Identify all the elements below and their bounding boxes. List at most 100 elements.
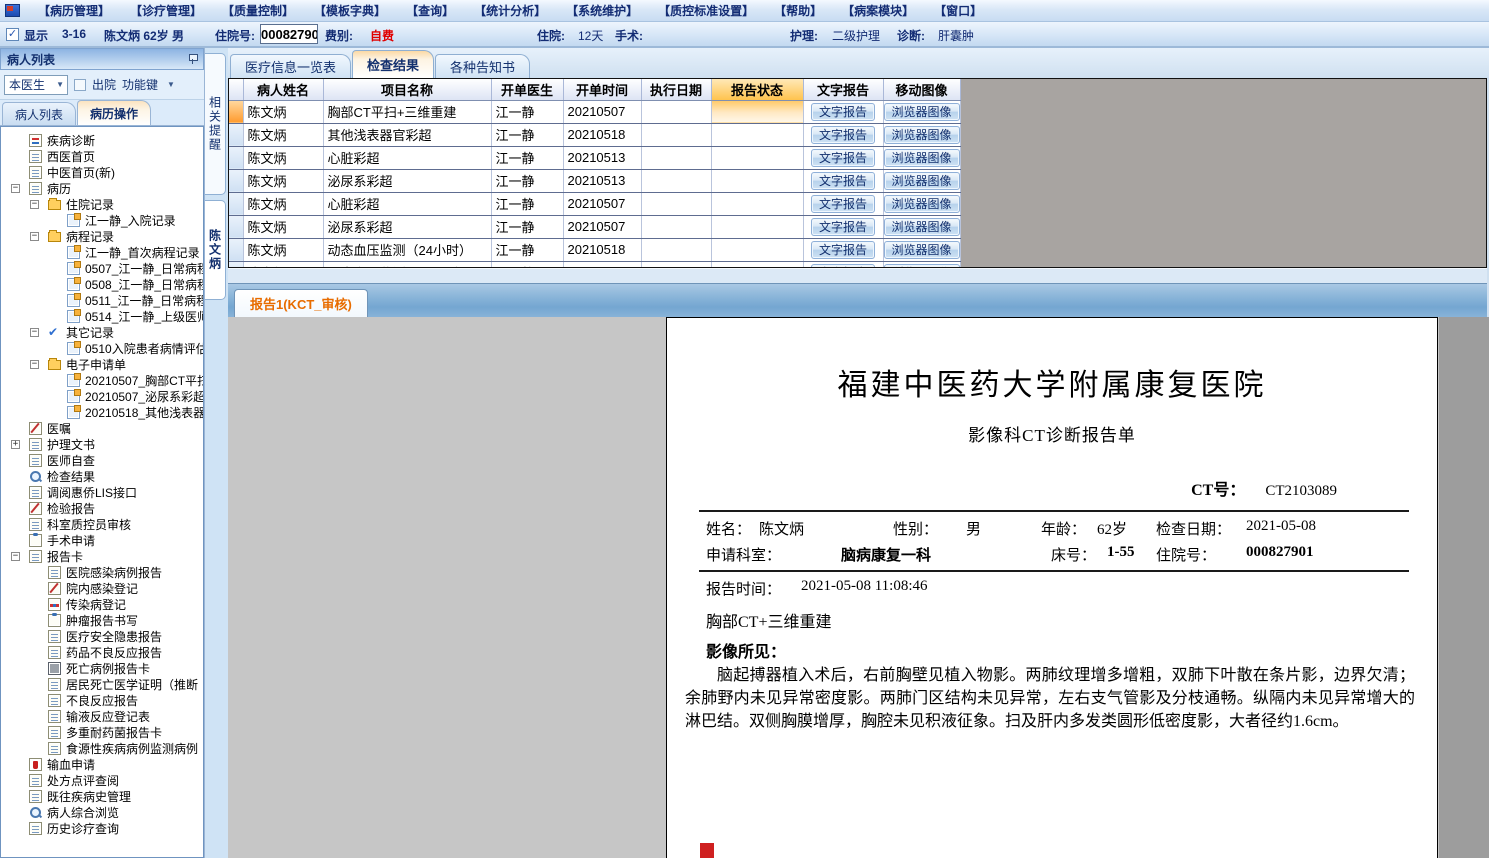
tree-item[interactable]: 多重耐药菌报告卡: [1, 725, 203, 741]
tree-item[interactable]: 肿瘤报告书写: [1, 613, 203, 629]
tree-item[interactable]: 既往疾病史管理: [1, 789, 203, 805]
tree-item[interactable]: 手术申请: [1, 533, 203, 549]
tree-item[interactable]: 输血申请: [1, 757, 203, 773]
tree-item[interactable]: 20210518_其他浅表器: [1, 405, 203, 421]
tree-item[interactable]: 调阅惠侨LIS接口: [1, 485, 203, 501]
tree-item[interactable]: 死亡病例报告卡: [1, 661, 203, 677]
text-report-button[interactable]: 文字报告: [810, 217, 875, 236]
row-selector-cell[interactable]: [229, 123, 244, 147]
tree-item[interactable]: 居民死亡医学证明（推断: [1, 677, 203, 693]
text-report-button[interactable]: 文字报告: [810, 171, 875, 190]
tree-item[interactable]: 病人综合浏览: [1, 805, 203, 821]
tree-item[interactable]: 历史诊疗查询: [1, 821, 203, 837]
function-keys-label[interactable]: 功能键: [122, 76, 158, 93]
tree-item[interactable]: 检查结果: [1, 469, 203, 485]
chevron-down-icon[interactable]: ▼: [164, 80, 178, 89]
pin-icon[interactable]: [188, 53, 198, 65]
tree-item[interactable]: 疾病诊断: [1, 133, 203, 149]
tab-exam-results[interactable]: 检查结果: [352, 50, 435, 78]
tree-item[interactable]: 0511_江一静_日常病程: [1, 293, 203, 309]
tree-item[interactable]: 0508_江一静_日常病程: [1, 277, 203, 293]
browser-image-button[interactable]: 浏览器图像: [883, 240, 960, 259]
table-row[interactable]: 陈文炳 心脏彩超 江一静 20210507 文字报告 浏览器图像: [229, 192, 961, 216]
tree-expander-icon[interactable]: +: [11, 440, 20, 449]
grid-column-header[interactable]: 文字报告: [803, 79, 884, 101]
menu-item[interactable]: 【质控标准设置】: [658, 2, 754, 19]
tree-item[interactable]: 院内感染登记: [1, 581, 203, 597]
tab-current-patient[interactable]: 陈文炳: [205, 200, 226, 300]
tree-item[interactable]: 江一静_入院记录: [1, 213, 203, 229]
tree-item[interactable]: 医院感染病例报告: [1, 565, 203, 581]
grid-column-header[interactable]: 开单医生: [491, 79, 564, 101]
browser-image-button[interactable]: 浏览器图像: [883, 171, 960, 190]
grid-column-header[interactable]: 开单时间: [563, 79, 642, 101]
browser-image-button[interactable]: 浏览器图像: [883, 125, 960, 144]
doctor-filter-combo[interactable]: 本医生 ▼: [4, 74, 68, 95]
tree-item[interactable]: − 住院记录: [1, 197, 203, 213]
table-row[interactable]: 陈文炳 心脏彩超 江一静 20210513 文字报告 浏览器图像: [229, 146, 961, 170]
menu-item[interactable]: 【统计分析】: [474, 2, 546, 19]
tab-medical-info-overview[interactable]: 医疗信息一览表: [230, 54, 352, 78]
tree-expander-icon[interactable]: −: [11, 184, 20, 193]
tree-item[interactable]: − 电子申请单: [1, 357, 203, 373]
menu-item[interactable]: 【查询】: [406, 2, 454, 19]
table-row[interactable]: 陈文炳动态血压监测（24小时）江一静20210507 文字报告浏览器图像: [229, 261, 961, 267]
tree-item[interactable]: 0514_江一静_上级医师: [1, 309, 203, 325]
table-row[interactable]: 陈文炳 泌尿系彩超 江一静 20210513 文字报告 浏览器图像: [229, 169, 961, 193]
tree-item[interactable]: 食源性疾病病例监测病例: [1, 741, 203, 757]
grid-column-header[interactable]: 病人姓名: [243, 79, 324, 101]
row-selector-cell[interactable]: [229, 261, 244, 267]
tree-item[interactable]: 处方点评查阅: [1, 773, 203, 789]
grid-column-header[interactable]: 项目名称: [323, 79, 492, 101]
table-row[interactable]: 陈文炳 动态血压监测（24小时） 江一静 20210518 文字报告 浏览器图像: [229, 238, 961, 262]
discharge-checkbox[interactable]: [74, 78, 86, 91]
tree-expander-icon[interactable]: −: [30, 200, 39, 209]
tab-report-1[interactable]: 报告1(KCT_审核): [234, 289, 368, 317]
tree-item[interactable]: − 病程记录: [1, 229, 203, 245]
menu-item[interactable]: 【系统维护】: [566, 2, 638, 19]
tree-item[interactable]: 江一静_首次病程记录: [1, 245, 203, 261]
grid-column-header[interactable]: 移动图像: [883, 79, 961, 101]
row-selector-cell[interactable]: [229, 169, 244, 193]
table-row[interactable]: 陈文炳 其他浅表器官彩超 江一静 20210518 文字报告 浏览器图像: [229, 123, 961, 147]
tree-expander-icon[interactable]: −: [30, 232, 39, 241]
tab-record-actions[interactable]: 病历操作: [77, 100, 152, 125]
grid-column-header[interactable]: 执行日期: [641, 79, 712, 101]
tree-expander-icon[interactable]: −: [30, 328, 39, 337]
text-report-button[interactable]: 文字报告: [810, 194, 875, 213]
grid-column-header[interactable]: 报告状态: [711, 79, 804, 101]
menu-item[interactable]: 【窗口】: [934, 2, 982, 19]
tree-item[interactable]: 医师自查: [1, 453, 203, 469]
tree-item[interactable]: 不良反应报告: [1, 693, 203, 709]
tree-item[interactable]: 0507_江一静_日常病程: [1, 261, 203, 277]
row-selector-cell[interactable]: [229, 146, 244, 170]
tree-item[interactable]: 20210507_胸部CT平扫: [1, 373, 203, 389]
tree-item[interactable]: 0510入院患者病情评估: [1, 341, 203, 357]
browser-image-button[interactable]: 浏览器图像: [883, 217, 960, 236]
tree-item[interactable]: 药品不良反应报告: [1, 645, 203, 661]
tree-item[interactable]: 中医首页(新): [1, 165, 203, 181]
tree-item[interactable]: 检验报告: [1, 501, 203, 517]
tab-notices[interactable]: 各种告知书: [435, 54, 531, 78]
tree-item[interactable]: − 其它记录: [1, 325, 203, 341]
tree-item[interactable]: 输液反应登记表: [1, 709, 203, 725]
menu-item[interactable]: 【模板字典】: [314, 2, 386, 19]
browser-image-button[interactable]: 浏览器图像: [883, 194, 960, 213]
admission-no-input[interactable]: [260, 24, 318, 44]
tree-item[interactable]: 科室质控员审核: [1, 517, 203, 533]
tree-item[interactable]: − 报告卡: [1, 549, 203, 565]
menu-item[interactable]: 【病案模块】: [842, 2, 914, 19]
menu-item[interactable]: 【诊疗管理】: [130, 2, 202, 19]
tree-item[interactable]: 传染病登记: [1, 597, 203, 613]
tree-item[interactable]: 西医首页: [1, 149, 203, 165]
text-report-button[interactable]: 文字报告: [810, 125, 875, 144]
menu-item[interactable]: 【病历管理】: [38, 2, 110, 19]
tab-related-reminders[interactable]: 相关提醒: [205, 53, 226, 195]
row-selector-cell[interactable]: [229, 215, 244, 239]
row-selector-cell[interactable]: [229, 100, 244, 124]
menu-item[interactable]: 【质量控制】: [222, 2, 294, 19]
tab-patient-list[interactable]: 病人列表: [2, 102, 77, 125]
tree-expander-icon[interactable]: −: [11, 552, 20, 561]
tree-item[interactable]: 20210507_泌尿系彩超: [1, 389, 203, 405]
menu-item[interactable]: 【帮助】: [774, 2, 822, 19]
